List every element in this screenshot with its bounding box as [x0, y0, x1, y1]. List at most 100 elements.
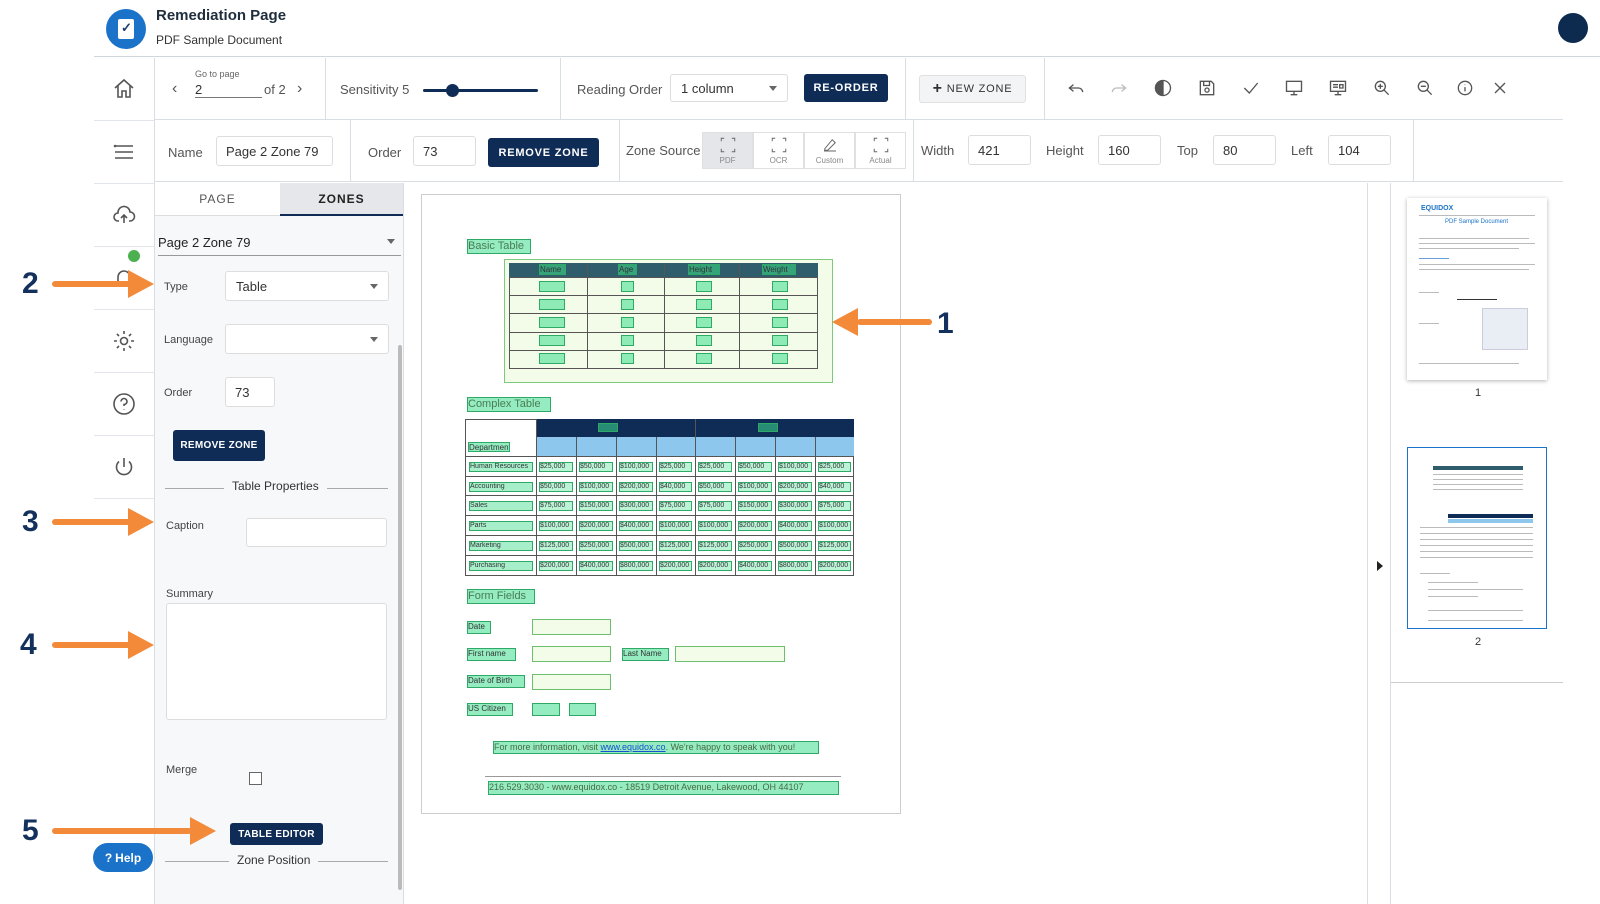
value-cell[interactable]: $200,000 [818, 561, 851, 571]
value-cell[interactable]: $100,000 [778, 462, 812, 472]
value-cell[interactable]: $50,000 [738, 462, 772, 472]
source-pdf-button[interactable]: PDF [702, 132, 753, 169]
cell[interactable] [772, 353, 788, 364]
value-cell[interactable]: $75,000 [539, 501, 573, 511]
value-cell[interactable]: $300,000 [778, 501, 812, 511]
power-icon[interactable] [94, 436, 154, 499]
zoom-in-icon[interactable] [1371, 77, 1393, 99]
cell[interactable] [539, 317, 565, 328]
tab-zones[interactable]: ZONES [280, 183, 403, 216]
value-cell[interactable]: $400,000 [738, 561, 772, 571]
zone-basic-table-title[interactable]: Basic Table [467, 239, 531, 254]
row-label-cell[interactable]: Marketing [469, 541, 533, 551]
value-cell[interactable]: $75,000 [698, 501, 732, 511]
footer-info-text[interactable]: For more information, visit www.equidox.… [493, 741, 819, 754]
form-last-name-field[interactable] [675, 646, 785, 662]
source-custom-button[interactable]: Custom [804, 132, 855, 169]
row-label-cell[interactable]: Sales [469, 501, 533, 511]
zoom-out-icon[interactable] [1414, 77, 1436, 99]
value-cell[interactable]: $100,000 [659, 521, 692, 531]
value-cell[interactable]: $400,000 [619, 521, 653, 531]
remove-zone-button[interactable]: REMOVE ZONE [488, 138, 599, 167]
summary-textarea[interactable] [166, 603, 387, 720]
width-input[interactable]: 421 [968, 135, 1031, 165]
header-age[interactable]: Age [618, 264, 637, 275]
value-cell[interactable]: $125,000 [698, 541, 732, 551]
value-cell[interactable]: $800,000 [619, 561, 653, 571]
value-cell[interactable]: $100,000 [539, 521, 573, 531]
value-cell[interactable]: $50,000 [539, 482, 573, 492]
value-cell[interactable]: $200,000 [698, 561, 732, 571]
cell[interactable] [696, 335, 712, 346]
value-cell[interactable]: $150,000 [579, 501, 613, 511]
cell[interactable] [772, 335, 788, 346]
form-yes-option[interactable] [532, 703, 560, 716]
thumbnail-collapse-bar[interactable] [1367, 183, 1391, 904]
preview-icon[interactable] [1327, 77, 1349, 99]
value-cell[interactable]: $250,000 [579, 541, 613, 551]
value-cell[interactable]: $25,000 [659, 462, 692, 472]
list-icon[interactable] [94, 121, 154, 184]
value-cell[interactable]: $500,000 [619, 541, 653, 551]
value-cell[interactable]: $125,000 [539, 541, 573, 551]
footer-address-text[interactable]: 216.529.3030 - www.equidox.co - 18519 De… [488, 781, 839, 795]
cloud-upload-icon[interactable] [94, 184, 154, 247]
cell[interactable] [621, 281, 634, 292]
cell[interactable] [772, 281, 788, 292]
value-cell[interactable]: $200,000 [659, 561, 692, 571]
cell[interactable] [598, 423, 618, 432]
value-cell[interactable]: $50,000 [579, 462, 613, 472]
cell[interactable] [539, 281, 565, 292]
row-label-cell[interactable]: Parts [469, 521, 533, 531]
value-cell[interactable]: $200,000 [579, 521, 613, 531]
form-date-field[interactable] [532, 619, 611, 635]
page-thumbnail-1[interactable]: EQUIDOX PDF Sample Document [1407, 198, 1547, 380]
cell[interactable] [539, 299, 565, 310]
cell[interactable] [696, 317, 712, 328]
header-name[interactable]: Name [539, 264, 566, 275]
sensitivity-slider-handle[interactable] [446, 84, 459, 97]
redo-icon[interactable] [1108, 77, 1130, 99]
value-cell[interactable]: $25,000 [539, 462, 573, 472]
cell[interactable] [539, 353, 565, 364]
panel-scrollbar[interactable] [398, 345, 402, 890]
panel-order-input[interactable]: 73 [225, 377, 275, 407]
reading-order-select[interactable]: 1 column [670, 74, 788, 102]
cell[interactable] [539, 335, 565, 346]
source-ocr-button[interactable]: OCR [753, 132, 804, 169]
sensitivity-slider[interactable] [423, 89, 538, 92]
page-thumbnail-2[interactable] [1407, 447, 1547, 629]
value-cell[interactable]: $40,000 [659, 482, 692, 492]
cell[interactable] [696, 299, 712, 310]
value-cell[interactable]: $50,000 [698, 482, 732, 492]
form-last-name-label[interactable]: Last Name [622, 648, 669, 661]
expand-arrow-icon[interactable] [1377, 561, 1383, 571]
cell[interactable] [696, 281, 712, 292]
reorder-button[interactable]: RE-ORDER [804, 74, 888, 102]
gear-icon[interactable] [94, 310, 154, 373]
form-date-label[interactable]: Date [467, 621, 491, 634]
value-cell[interactable]: $125,000 [659, 541, 692, 551]
zone-form-fields-title[interactable]: Form Fields [467, 589, 535, 604]
top-input[interactable]: 80 [1213, 135, 1276, 165]
value-cell[interactable]: $200,000 [539, 561, 573, 571]
form-us-citizen-label[interactable]: US Citizen [467, 703, 513, 716]
language-select[interactable] [225, 324, 389, 354]
type-select[interactable]: Table [225, 271, 389, 301]
value-cell[interactable]: $400,000 [778, 521, 812, 531]
cell[interactable] [621, 335, 634, 346]
source-actual-button[interactable]: Actual [855, 132, 906, 169]
value-cell[interactable]: $25,000 [698, 462, 732, 472]
row-label-cell[interactable]: Accounting [469, 482, 533, 492]
value-cell[interactable]: $75,000 [818, 501, 851, 511]
value-cell[interactable]: $300,000 [619, 501, 653, 511]
department-header[interactable]: Department [468, 442, 510, 452]
caption-input[interactable] [246, 518, 387, 547]
value-cell[interactable]: $100,000 [698, 521, 732, 531]
home-icon[interactable] [94, 58, 154, 121]
merge-checkbox[interactable] [249, 772, 262, 785]
form-first-name-label[interactable]: First name [467, 648, 516, 661]
value-cell[interactable]: $400,000 [579, 561, 613, 571]
contrast-icon[interactable] [1152, 77, 1174, 99]
save-icon[interactable] [1196, 77, 1218, 99]
